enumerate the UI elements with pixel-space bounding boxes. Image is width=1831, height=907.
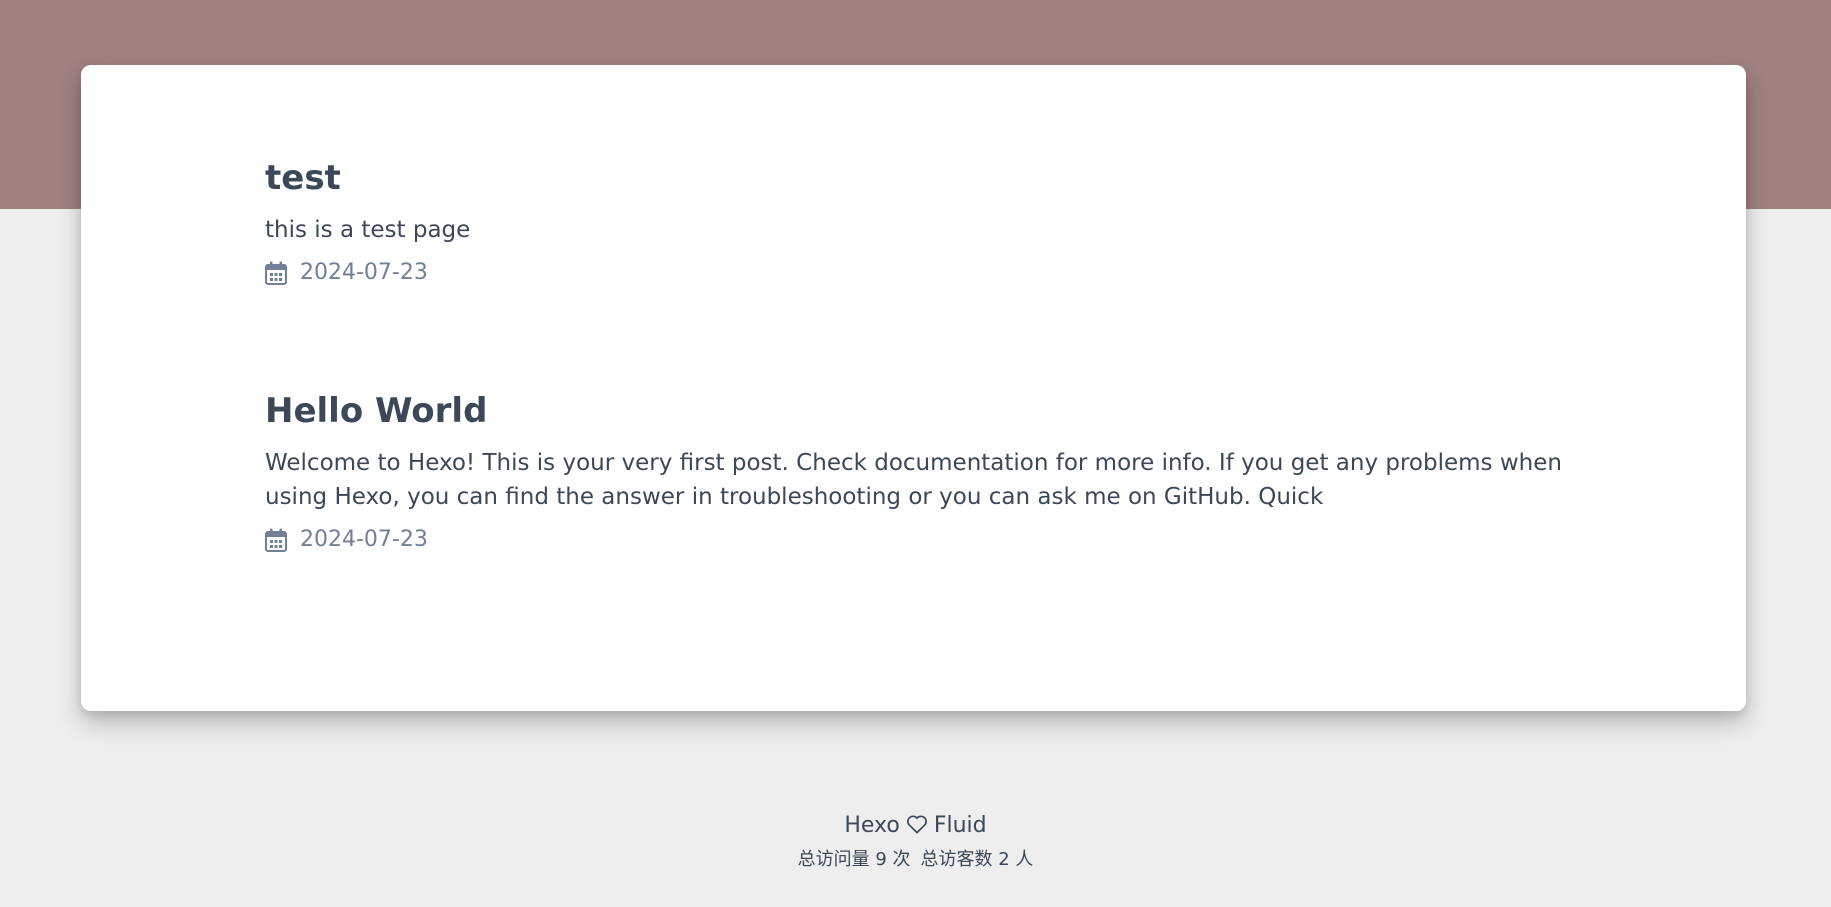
footer-credits: Hexo Fluid (0, 808, 1831, 844)
post-list-card: test this is a test page 2024-07-23 Hell… (81, 65, 1746, 711)
hexo-link[interactable]: Hexo (844, 813, 900, 838)
heart-icon (906, 808, 928, 844)
calendar-icon (265, 261, 287, 285)
footer-stats: 总访问量 9 次总访客数 2 人 (0, 846, 1831, 874)
post-item: Hello World Welcome to Hexo! This is you… (265, 388, 1595, 556)
post-title-link[interactable]: test (265, 155, 1595, 201)
post-excerpt[interactable]: Welcome to Hexo! This is your very first… (265, 446, 1595, 514)
total-visitors: 总访客数 2 人 (920, 849, 1034, 870)
post-excerpt[interactable]: this is a test page (265, 213, 1595, 247)
total-views: 总访问量 9 次 (797, 849, 911, 870)
post-meta: 2024-07-23 (265, 524, 1595, 556)
post-title-link[interactable]: Hello World (265, 388, 1595, 434)
post-meta: 2024-07-23 (265, 257, 1595, 289)
page-footer: Hexo Fluid 总访问量 9 次总访客数 2 人 (0, 808, 1831, 874)
post-date: 2024-07-23 (300, 260, 428, 285)
calendar-icon (265, 528, 287, 552)
post-date: 2024-07-23 (300, 527, 428, 552)
fluid-link[interactable]: Fluid (934, 813, 987, 838)
post-item: test this is a test page 2024-07-23 (265, 155, 1595, 289)
